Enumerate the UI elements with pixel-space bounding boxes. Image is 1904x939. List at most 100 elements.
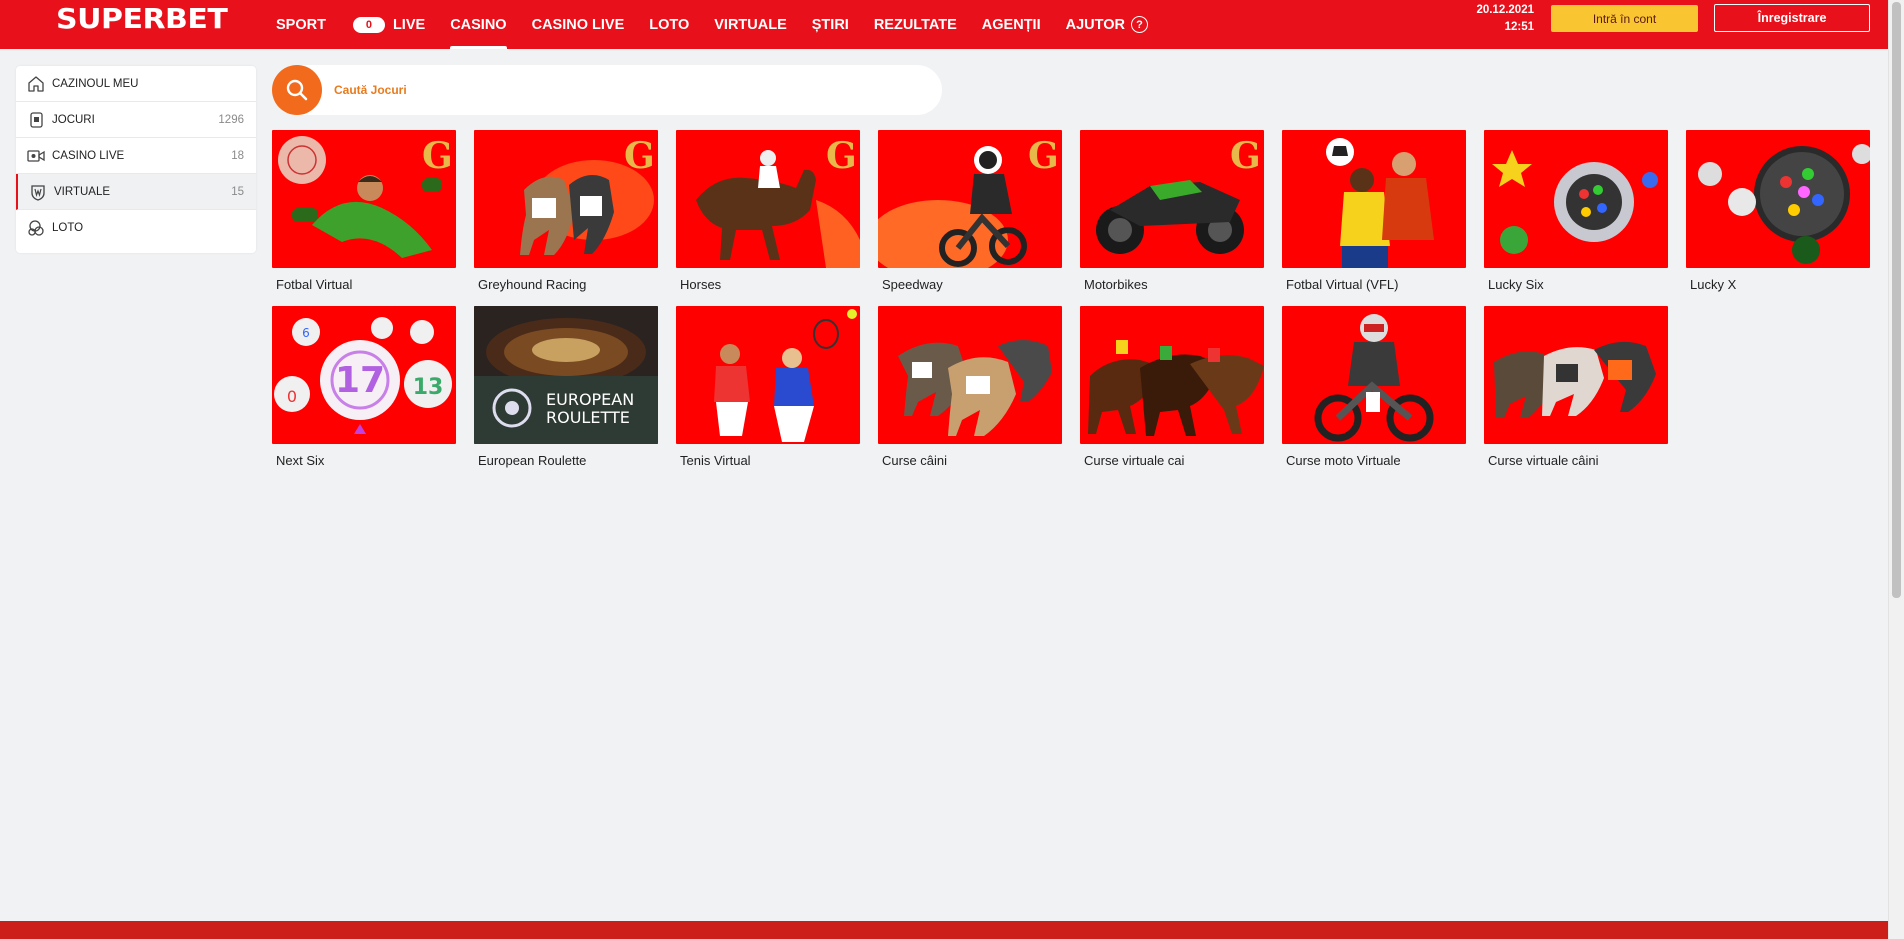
game-card[interactable]: G Greyhound Racing <box>474 130 658 292</box>
datetime: 20.12.2021 12:51 <box>1460 2 1534 36</box>
game-title[interactable]: European Roulette <box>474 453 658 468</box>
virtual-shield-icon <box>31 185 45 201</box>
sidebar-item-count: 1296 <box>218 113 244 126</box>
ball-number: 13 <box>413 375 444 400</box>
nav-casino[interactable]: CASINO <box>450 0 508 49</box>
roulette-art-icon: EUROPEAN ROULETTE <box>474 306 658 444</box>
sidebar-item-casino-live[interactable]: CASINO LIVE 18 <box>16 138 256 174</box>
game-thumbnail[interactable]: G <box>474 130 658 268</box>
superbet-logo[interactable]: SUPERBET <box>56 3 228 35</box>
game-title[interactable]: Fotbal Virtual <box>272 277 456 292</box>
roulette-logo-line2: ROULETTE <box>546 408 630 427</box>
game-title[interactable]: Speedway <box>878 277 1062 292</box>
sidebar-item-label: VIRTUALE <box>54 185 111 198</box>
game-card[interactable]: Curse virtuale câini <box>1484 306 1668 468</box>
nav-loto[interactable]: LOTO <box>649 0 689 49</box>
game-card[interactable]: Fotbal Virtual (VFL) <box>1282 130 1466 292</box>
game-thumbnail[interactable]: G <box>676 130 860 268</box>
game-thumbnail[interactable] <box>1080 306 1264 444</box>
nav-label: REZULTATE <box>873 16 957 33</box>
game-card[interactable]: Tenis Virtual <box>676 306 860 468</box>
game-card[interactable]: Lucky X <box>1686 130 1870 292</box>
game-card[interactable]: EUROPEAN ROULETTE European Roulette <box>474 306 658 468</box>
nav-virtuale[interactable]: VIRTUALE <box>714 0 787 49</box>
game-title[interactable]: Lucky X <box>1686 277 1870 292</box>
nav-ajutor[interactable]: AJUTOR? <box>1066 0 1148 49</box>
search-button[interactable] <box>272 65 322 115</box>
balls-art-icon: 17 13 0 6 <box>274 317 452 434</box>
game-title[interactable]: Curse virtuale cai <box>1080 453 1264 468</box>
live-count-badge: 0 <box>352 16 385 33</box>
greyhound-art-icon: G <box>520 135 655 255</box>
game-thumbnail[interactable] <box>1484 130 1668 268</box>
nav-label: CASINO <box>450 16 507 33</box>
game-title[interactable]: Motorbikes <box>1080 277 1264 292</box>
current-time: 12:51 <box>1504 21 1534 33</box>
game-thumbnail[interactable] <box>878 306 1062 444</box>
nav-stiri[interactable]: ȘTIRI <box>812 0 849 49</box>
ball-number: 6 <box>302 326 310 340</box>
goalkeeper-art-icon: G <box>278 135 453 258</box>
game-card[interactable]: G Speedway <box>878 130 1062 292</box>
game-card[interactable]: Curse moto Virtuale <box>1282 306 1466 468</box>
game-card[interactable]: G Fotbal Virtual <box>272 130 456 292</box>
game-thumbnail[interactable] <box>1484 306 1668 444</box>
nav-label: AJUTOR <box>1065 16 1125 33</box>
game-title[interactable]: Fotbal Virtual (VFL) <box>1282 277 1466 292</box>
roulette-logo-line1: EUROPEAN <box>546 390 634 409</box>
game-card[interactable]: Curse câini <box>878 306 1062 468</box>
game-card[interactable]: Curse virtuale cai <box>1080 306 1264 468</box>
nav-rezultate[interactable]: REZULTATE <box>874 0 957 49</box>
game-title[interactable]: Horses <box>676 277 860 292</box>
game-title[interactable]: Curse virtuale câini <box>1484 453 1668 468</box>
game-thumbnail[interactable] <box>676 306 860 444</box>
sidebar-item-loto[interactable]: LOTO <box>16 210 256 246</box>
search-input[interactable] <box>334 77 924 103</box>
lottery-globe-art-icon <box>1698 144 1870 264</box>
home-icon <box>28 76 44 92</box>
game-thumbnail[interactable] <box>1282 130 1466 268</box>
game-thumbnail[interactable]: G <box>1080 130 1264 268</box>
game-title[interactable]: Lucky Six <box>1484 277 1668 292</box>
nav-casino-live[interactable]: CASINO LIVE <box>532 0 625 49</box>
page-scrollbar[interactable] <box>1888 0 1904 939</box>
game-thumbnail[interactable]: EUROPEAN ROULETTE <box>474 306 658 444</box>
nav-sport[interactable]: SPORT <box>276 0 326 49</box>
login-button[interactable]: Intră în cont <box>1551 5 1698 32</box>
horse-art-icon: G <box>696 135 860 268</box>
main-nav: SPORT 0 LIVE CASINO CASINO LIVE LOTO VIRT… <box>276 0 1173 49</box>
speedway-art-icon: G <box>878 135 1059 268</box>
game-thumbnail[interactable]: 17 13 0 6 <box>272 306 456 444</box>
game-thumbnail[interactable] <box>1282 306 1466 444</box>
sidebar-item-count: 15 <box>231 185 244 198</box>
game-thumbnail[interactable]: G <box>272 130 456 268</box>
ball-number: 17 <box>335 360 385 401</box>
game-title[interactable]: Curse câini <box>878 453 1062 468</box>
svg-text:G: G <box>1230 135 1261 177</box>
moto-rider-art-icon <box>1314 314 1434 442</box>
tennis-art-icon <box>714 309 857 442</box>
sidebar-item-jocuri[interactable]: JOCURI 1296 <box>16 102 256 138</box>
nav-label: AGENȚII <box>981 16 1041 33</box>
svg-text:G: G <box>826 135 857 177</box>
footer-bar <box>0 921 1888 939</box>
game-thumbnail[interactable] <box>1686 130 1870 268</box>
game-card[interactable]: 17 13 0 6 Next Six <box>272 306 456 468</box>
nav-live[interactable]: 0 LIVE <box>351 0 425 49</box>
sidebar-item-cazinoul-meu[interactable]: CAZINOUL MEU <box>16 66 256 102</box>
game-title[interactable]: Next Six <box>272 453 456 468</box>
scrollbar-thumb[interactable] <box>1892 2 1901 598</box>
greyhounds-art-icon <box>898 340 1052 436</box>
game-title[interactable]: Tenis Virtual <box>676 453 860 468</box>
game-title[interactable]: Greyhound Racing <box>474 277 658 292</box>
nav-agentii[interactable]: AGENȚII <box>982 0 1041 49</box>
sidebar-item-virtuale[interactable]: VIRTUALE 15 <box>16 174 256 210</box>
game-thumbnail[interactable]: G <box>878 130 1062 268</box>
game-card[interactable]: G Motorbikes <box>1080 130 1264 292</box>
game-search <box>272 65 942 115</box>
game-card[interactable]: Lucky Six <box>1484 130 1668 292</box>
register-button[interactable]: Înregistrare <box>1714 4 1870 32</box>
game-title[interactable]: Curse moto Virtuale <box>1282 453 1466 468</box>
game-card[interactable]: G Horses <box>676 130 860 292</box>
greyhounds-race-art-icon <box>1494 341 1656 418</box>
